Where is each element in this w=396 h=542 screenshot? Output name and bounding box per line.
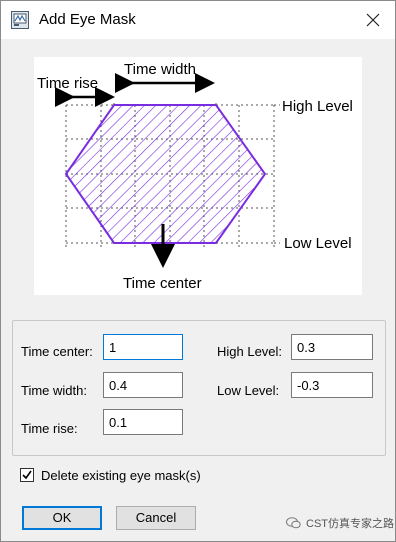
- time-rise-label: Time rise:: [21, 421, 78, 436]
- time-rise-input[interactable]: [103, 409, 183, 435]
- wechat-icon: [286, 517, 301, 529]
- time-width-label: Time width: [124, 61, 196, 78]
- time-rise-label: Time rise: [37, 75, 98, 92]
- high-level-label: High Level:: [217, 344, 283, 359]
- time-center-label: Time center:: [21, 344, 93, 359]
- ok-button[interactable]: OK: [22, 506, 102, 530]
- title-bar: Add Eye Mask: [1, 1, 395, 39]
- low-level-input[interactable]: [291, 372, 373, 398]
- low-level-label: Low Level:: [217, 383, 280, 398]
- delete-existing-checkbox[interactable]: [20, 468, 34, 482]
- low-level-label: Low Level: [284, 235, 352, 252]
- add-eye-mask-dialog: Add Eye Mask Time rise Time width High L…: [0, 0, 396, 542]
- close-icon[interactable]: [363, 10, 383, 30]
- watermark-text: CST仿真专家之路: [306, 518, 394, 530]
- high-level-label: High Level: [282, 98, 353, 115]
- time-center-label: Time center: [123, 275, 202, 292]
- time-center-input[interactable]: [103, 334, 183, 360]
- high-level-input[interactable]: [291, 334, 373, 360]
- eye-mask-diagram: Time rise Time width High Level Low Leve…: [34, 57, 362, 295]
- window-title: Add Eye Mask: [39, 11, 136, 28]
- app-icon: [11, 11, 29, 29]
- delete-existing-label: Delete existing eye mask(s): [41, 468, 201, 483]
- time-width-label: Time width:: [21, 383, 87, 398]
- cancel-button[interactable]: Cancel: [116, 506, 196, 530]
- checkmark-icon: [22, 470, 32, 480]
- time-width-input[interactable]: [103, 372, 183, 398]
- eye-mask-hexagon: [64, 104, 267, 244]
